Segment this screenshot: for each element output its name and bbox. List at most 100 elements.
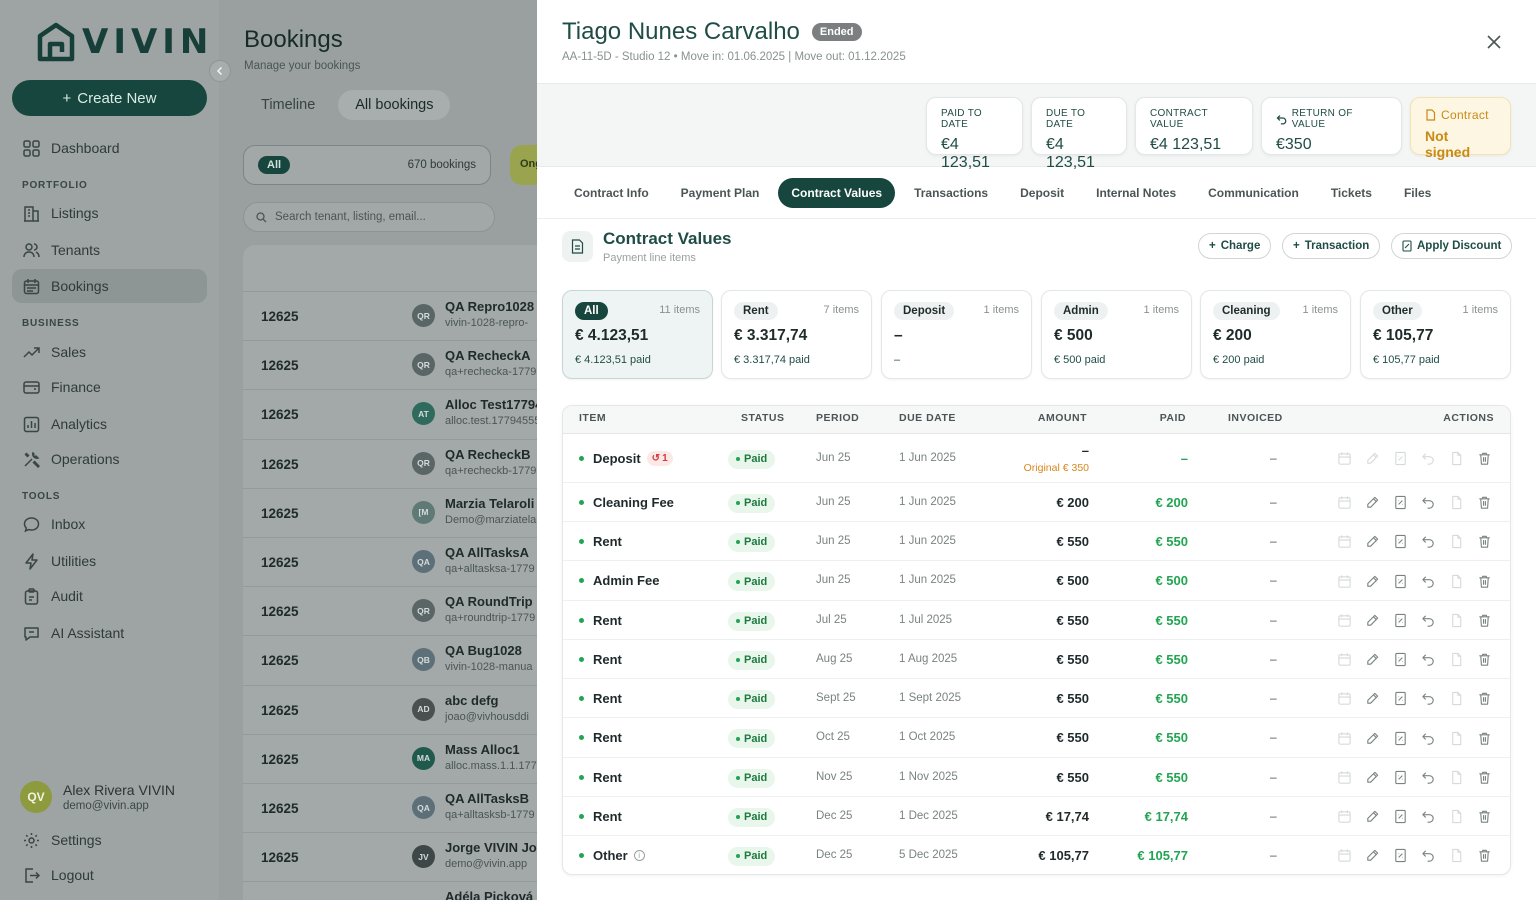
edit-icon[interactable] xyxy=(1363,847,1381,865)
table-row[interactable]: Rent Paid Oct 25 1 Oct 2025 € 550 € 550 – xyxy=(563,718,1510,758)
file-icon[interactable] xyxy=(1447,651,1465,669)
collapse-sidebar-button[interactable] xyxy=(209,60,231,82)
undo-icon[interactable] xyxy=(1419,612,1437,630)
trash-icon[interactable] xyxy=(1475,651,1493,669)
undo-icon[interactable] xyxy=(1419,533,1437,551)
table-row[interactable]: 12625 QA QA AllTasksB qa+alltasksb-1779 xyxy=(243,783,537,832)
table-row[interactable]: 12625 QR QA RecheckB qa+recheckb-1779 xyxy=(243,438,537,488)
undo-icon[interactable] xyxy=(1419,651,1437,669)
sidebar-item-bookings[interactable]: Bookings xyxy=(12,269,207,303)
tab-timeline[interactable]: Timeline xyxy=(244,90,332,120)
trash-icon[interactable] xyxy=(1475,847,1493,865)
vivin-logo[interactable]: VIVIN xyxy=(36,22,213,62)
invoice-icon[interactable] xyxy=(1391,808,1409,826)
category-card-cleaning[interactable]: Cleaning 1 items € 200 € 200 paid xyxy=(1200,290,1351,379)
create-new-button[interactable]: + Create New xyxy=(12,80,207,116)
undo-icon[interactable] xyxy=(1419,729,1437,747)
undo-icon[interactable] xyxy=(1419,572,1437,590)
tab-transactions[interactable]: Transactions xyxy=(901,178,1001,208)
calendar-icon[interactable] xyxy=(1335,533,1353,551)
file-icon[interactable] xyxy=(1447,533,1465,551)
edit-icon[interactable] xyxy=(1363,769,1381,787)
category-card-admin[interactable]: Admin 1 items € 500 € 500 paid xyxy=(1041,290,1192,379)
table-row[interactable]: 12625 JV Jorge VIVIN Jo demo@vivin.app xyxy=(243,832,537,881)
category-card-other[interactable]: Other 1 items € 105,77 € 105,77 paid xyxy=(1360,290,1511,379)
invoice-icon[interactable] xyxy=(1391,847,1409,865)
apply-discount-button[interactable]: Apply Discount xyxy=(1391,233,1513,259)
undo-icon[interactable] xyxy=(1419,769,1437,787)
table-row[interactable]: Cleaning Fee Paid Jun 25 1 Jun 2025 € 200 € 2… xyxy=(563,483,1510,522)
info-icon[interactable]: i xyxy=(633,849,645,861)
table-row[interactable]: 12625 QR QA RecheckA qa+rechecka-1779 xyxy=(243,340,537,389)
sidebar-item-utilities[interactable]: Utilities xyxy=(12,544,207,578)
invoice-icon[interactable] xyxy=(1391,729,1409,747)
add-transaction-button[interactable]: + Transaction xyxy=(1282,233,1381,259)
file-icon[interactable] xyxy=(1447,769,1465,787)
tab-contract-values[interactable]: Contract Values xyxy=(778,178,896,208)
invoice-icon[interactable] xyxy=(1391,494,1409,512)
sidebar-item-dashboard[interactable]: Dashboard xyxy=(12,131,207,165)
sidebar-item-inbox[interactable]: Inbox xyxy=(12,507,207,541)
trash-icon[interactable] xyxy=(1475,769,1493,787)
filter-ongoing[interactable]: Ong xyxy=(510,145,537,185)
trash-icon[interactable] xyxy=(1475,729,1493,747)
undo-icon[interactable] xyxy=(1419,494,1437,512)
calendar-icon[interactable] xyxy=(1335,651,1353,669)
invoice-icon[interactable] xyxy=(1391,572,1409,590)
table-row[interactable]: Rent Paid Sept 25 1 Sept 2025 € 550 € 550 – xyxy=(563,679,1510,718)
tab-tickets[interactable]: Tickets xyxy=(1318,178,1385,208)
calendar-icon[interactable] xyxy=(1335,808,1353,826)
trash-icon[interactable] xyxy=(1475,450,1493,468)
undo-icon[interactable] xyxy=(1419,690,1437,708)
tab-all-bookings[interactable]: All bookings xyxy=(338,90,451,120)
edit-icon[interactable] xyxy=(1363,572,1381,590)
close-button[interactable] xyxy=(1485,33,1503,51)
table-row[interactable]: Rent Paid Dec 25 1 Dec 2025 € 17,74 € 17,74 – xyxy=(563,797,1510,836)
tab-files[interactable]: Files xyxy=(1391,178,1444,208)
table-row[interactable]: Rent Paid Aug 25 1 Aug 2025 € 550 € 550 – xyxy=(563,640,1510,679)
tab-internal-notes[interactable]: Internal Notes xyxy=(1083,178,1189,208)
add-charge-button[interactable]: + Charge xyxy=(1198,233,1272,259)
table-row[interactable]: Admin Fee Paid Jun 25 1 Jun 2025 € 500 € 500 – xyxy=(563,561,1510,601)
undo-icon[interactable] xyxy=(1419,847,1437,865)
logout-link[interactable]: Logout xyxy=(12,858,207,892)
file-icon[interactable] xyxy=(1447,612,1465,630)
tab-communication[interactable]: Communication xyxy=(1195,178,1312,208)
sidebar-item-ai-assistant[interactable]: AI Assistant xyxy=(12,616,207,650)
file-icon[interactable] xyxy=(1447,729,1465,747)
edit-icon[interactable] xyxy=(1363,533,1381,551)
invoice-icon[interactable] xyxy=(1391,651,1409,669)
sidebar-item-tenants[interactable]: Tenants xyxy=(12,233,207,267)
calendar-icon[interactable] xyxy=(1335,450,1353,468)
file-icon[interactable] xyxy=(1447,450,1465,468)
tab-payment-plan[interactable]: Payment Plan xyxy=(668,178,773,208)
edit-icon[interactable] xyxy=(1363,612,1381,630)
table-row[interactable]: 12625 [M Marzia Telaroli Demo@marziatela xyxy=(243,487,537,537)
calendar-icon[interactable] xyxy=(1335,494,1353,512)
file-icon[interactable] xyxy=(1447,847,1465,865)
calendar-icon[interactable] xyxy=(1335,729,1353,747)
table-row[interactable]: 12625 QB QA Bug1028 vivin-1028-manua xyxy=(243,635,537,684)
sidebar-item-listings[interactable]: Listings xyxy=(12,196,207,230)
invoice-icon[interactable] xyxy=(1391,769,1409,787)
edit-icon[interactable] xyxy=(1363,651,1381,669)
filter-all[interactable]: All 670 bookings xyxy=(243,145,491,185)
category-card-deposit[interactable]: Deposit 1 items – – xyxy=(881,290,1032,379)
category-card-rent[interactable]: Rent 7 items € 3.317,74 € 3.317,74 paid xyxy=(721,290,872,379)
table-row[interactable]: Rent Paid Jul 25 1 Jul 2025 € 550 € 550 – xyxy=(563,601,1510,640)
sidebar-item-sales[interactable]: Sales xyxy=(12,335,207,369)
stat-contract-signature[interactable]: Contract Not signed xyxy=(1410,97,1511,160)
table-row[interactable]: 12625 QR QA RoundTrip qa+roundtrip-1779 xyxy=(243,586,537,635)
search-input[interactable]: Search tenant, listing, email... xyxy=(243,202,495,232)
table-row[interactable]: 12625 QA QA AllTasksA qa+alltasksa-1779 xyxy=(243,537,537,586)
calendar-icon[interactable] xyxy=(1335,769,1353,787)
undo-icon[interactable] xyxy=(1419,808,1437,826)
invoice-icon[interactable] xyxy=(1391,612,1409,630)
tab-deposit[interactable]: Deposit xyxy=(1007,178,1077,208)
table-row[interactable]: 12625 QR QA Repro1028 vivin-1028-repro- xyxy=(243,291,537,340)
file-icon[interactable] xyxy=(1447,494,1465,512)
edit-icon[interactable] xyxy=(1363,494,1381,512)
calendar-icon[interactable] xyxy=(1335,572,1353,590)
trash-icon[interactable] xyxy=(1475,612,1493,630)
trash-icon[interactable] xyxy=(1475,808,1493,826)
